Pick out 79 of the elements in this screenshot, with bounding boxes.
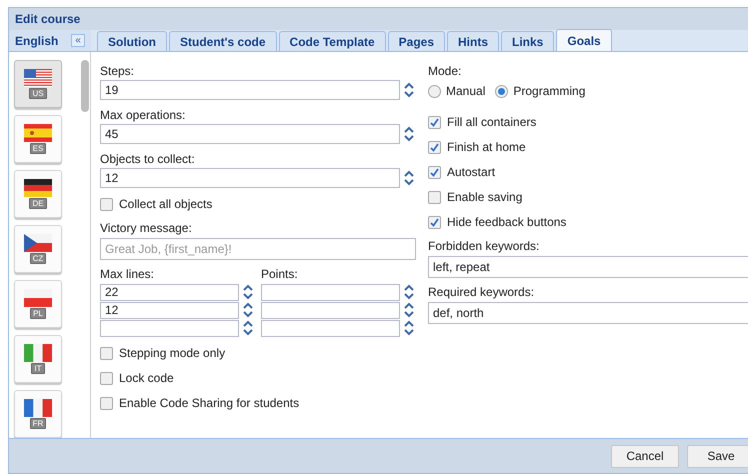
text-field[interactable]: def, north <box>428 302 748 324</box>
panel-title: English <box>15 32 58 50</box>
field-label: Mode: <box>428 64 462 78</box>
flag-icon <box>24 69 52 87</box>
dialog-button[interactable]: Cancel <box>611 444 679 468</box>
checkbox[interactable] <box>100 396 113 410</box>
number-field[interactable]: 22 <box>100 284 239 300</box>
language-button[interactable]: ES <box>14 115 62 163</box>
number-field[interactable]: 45 <box>100 124 400 144</box>
flag-icon <box>24 179 52 197</box>
field-label: Required keywords: <box>428 285 536 299</box>
checkbox-label: Stepping mode only <box>119 345 226 362</box>
spinner-arrows-icon[interactable] <box>402 319 416 337</box>
tab[interactable]: Hints <box>447 31 500 51</box>
language-button[interactable]: IT <box>14 335 62 383</box>
checkbox-label: Finish at home <box>447 139 526 156</box>
radio-label: Programming <box>513 83 586 100</box>
language-button[interactable]: DE <box>14 170 62 218</box>
text-field[interactable]: left, repeat <box>428 256 748 278</box>
dialog-title: Edit course <box>14 11 82 28</box>
checkbox-label: Hide feedback buttons <box>447 214 566 231</box>
spinner-arrows-icon[interactable] <box>241 319 255 337</box>
checkbox[interactable] <box>100 198 113 210</box>
dialog-button[interactable]: Save <box>687 444 748 468</box>
number-field[interactable]: 12 <box>100 302 239 318</box>
checkbox[interactable] <box>428 216 441 228</box>
number-field[interactable] <box>261 284 400 300</box>
spinner-arrows-icon[interactable] <box>402 283 416 301</box>
field-label: Victory message: <box>100 221 193 235</box>
flag-icon <box>24 289 52 307</box>
tab[interactable]: Student's code <box>169 31 277 51</box>
checkbox-label: Lock code <box>119 370 174 387</box>
flag-icon <box>24 399 52 417</box>
checkbox[interactable] <box>428 190 441 204</box>
tab[interactable]: Code Template <box>278 31 386 51</box>
collapse-button[interactable]: « <box>71 34 85 47</box>
radio-label: Manual <box>446 83 486 100</box>
number-field[interactable]: 19 <box>100 80 400 100</box>
tab[interactable]: Goals <box>556 29 612 51</box>
field-label: Max operations: <box>100 108 186 122</box>
text-field[interactable]: Great Job, {first_name}! <box>100 238 416 260</box>
checkbox-label: Fill all containers <box>447 114 536 131</box>
tab[interactable]: Links <box>501 31 554 51</box>
language-button[interactable]: FR <box>14 390 62 438</box>
spinner-arrows-icon[interactable] <box>402 301 416 319</box>
tab[interactable]: Solution <box>97 31 167 51</box>
checkbox-label: Enable Code Sharing for students <box>119 395 300 412</box>
spinner-arrows-icon[interactable] <box>402 125 416 143</box>
language-button[interactable]: PL <box>14 280 62 328</box>
spinner-arrows-icon[interactable] <box>402 169 416 187</box>
checkbox[interactable] <box>428 166 441 178</box>
flag-icon <box>24 234 52 252</box>
checkbox-label: Enable saving <box>447 189 522 206</box>
flag-icon <box>24 344 52 362</box>
field-label: Objects to collect: <box>100 152 196 166</box>
field-label: Steps: <box>100 64 136 78</box>
checkbox[interactable] <box>100 372 113 384</box>
checkbox[interactable] <box>428 140 441 154</box>
flag-icon <box>24 124 52 142</box>
column-label: Points: <box>261 267 299 281</box>
language-button[interactable]: US <box>14 60 62 108</box>
spinner-arrows-icon[interactable] <box>241 301 255 319</box>
spinner-arrows-icon[interactable] <box>241 283 255 301</box>
number-field[interactable] <box>261 302 400 318</box>
scrollbar[interactable] <box>81 60 89 112</box>
language-button[interactable]: CZ <box>14 225 62 273</box>
tab[interactable]: Pages <box>388 31 446 51</box>
number-field[interactable] <box>100 320 239 336</box>
number-field[interactable]: 12 <box>100 168 400 188</box>
spinner-arrows-icon[interactable] <box>402 81 416 99</box>
radio-button[interactable] <box>428 84 441 98</box>
field-label: Forbidden keywords: <box>428 239 540 253</box>
checkbox[interactable] <box>100 346 113 360</box>
checkbox-label: Autostart <box>447 164 496 181</box>
radio-button[interactable] <box>495 84 508 98</box>
checkbox-label: Collect all objects <box>119 196 212 213</box>
checkbox[interactable] <box>428 116 441 128</box>
column-label: Max lines: <box>100 267 156 281</box>
number-field[interactable] <box>261 320 400 336</box>
